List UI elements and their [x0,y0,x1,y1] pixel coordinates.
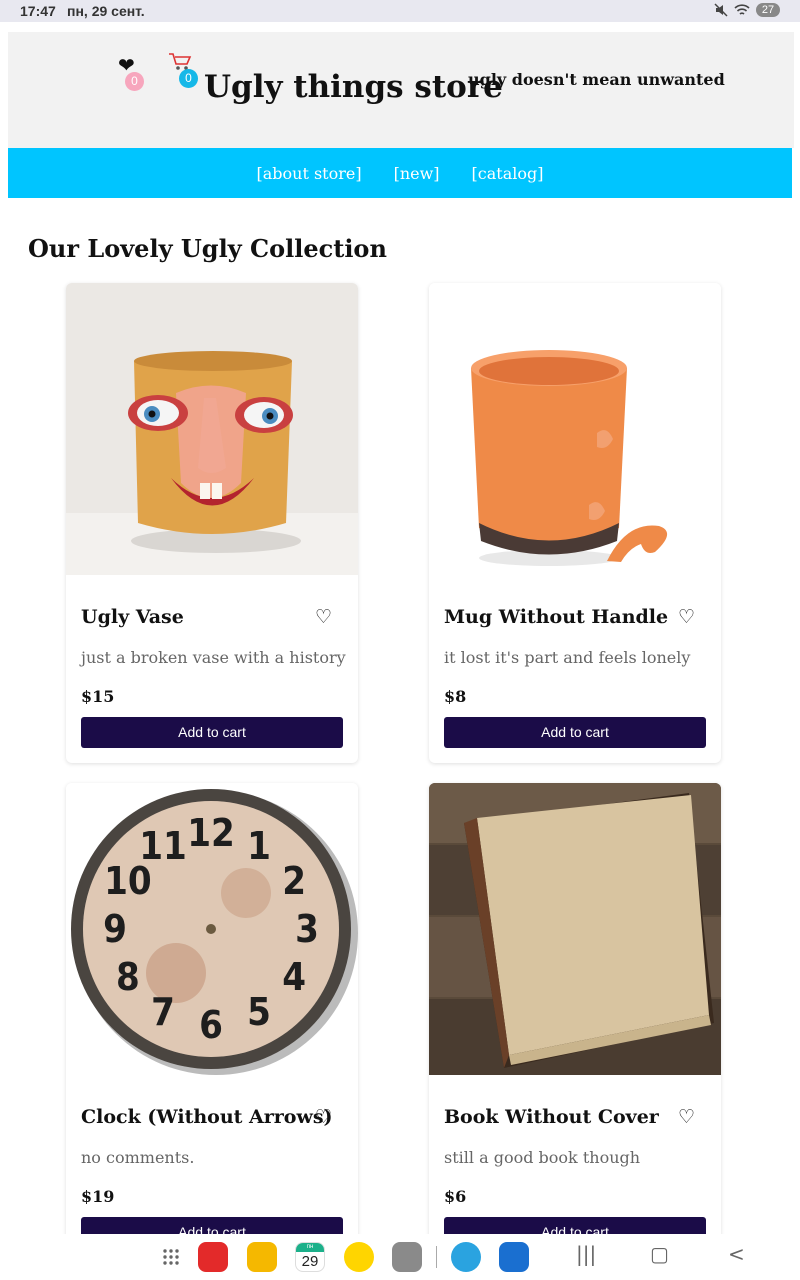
mute-icon [714,3,728,17]
clock-numeral: 8 [116,955,140,999]
recent-apps-icon[interactable]: ||| [576,1242,596,1266]
store-tagline: ugly doesn't mean unwanted [468,70,725,89]
home-icon[interactable]: ▢ [650,1242,669,1266]
book-without-cover-image [429,783,721,1075]
taskbar-divider [436,1246,437,1268]
collection-title: Our Lovely Ugly Collection [28,234,387,263]
product-description: just a broken vase with a history [81,648,346,667]
clock-numeral: 1 [247,824,271,868]
favorite-heart-icon[interactable]: ♡ [678,606,695,628]
cart-count-badge: 0 [179,69,198,88]
calendar-day-label: пн [296,1243,324,1252]
telegram-app-icon[interactable] [451,1242,481,1272]
ugly-vase-image [66,283,358,575]
calendar-day-number: 29 [301,1253,319,1270]
product-price: $6 [444,1187,467,1206]
clock-numeral: 2 [282,859,306,903]
calendar-app-icon[interactable]: пн 29 [295,1242,325,1272]
clock-numeral: 7 [151,990,175,1034]
clock-numeral: 12 [187,811,235,855]
product-description: no comments. [81,1148,195,1167]
mug-without-handle-image [429,283,721,575]
status-date: пн, 29 сент. [67,3,145,19]
clock-numeral: 6 [199,1003,223,1047]
product-price: $19 [81,1187,115,1206]
nav-catalog[interactable]: [catalog] [472,164,544,183]
clock-numeral: 3 [295,907,319,951]
product-description: still a good book though [444,1148,641,1167]
product-name: Book Without Cover [444,1106,659,1128]
clock-numeral: 5 [247,990,271,1034]
main-nav: [about store] [new] [catalog] [8,148,792,198]
product-name: Ugly Vase [81,606,184,628]
favorites-count-badge: 0 [125,72,144,91]
favorite-heart-icon[interactable]: ♡ [678,1106,695,1128]
product-price: $8 [444,687,467,706]
battery-icon: 27 [756,3,780,17]
clock-numeral: 9 [103,907,127,951]
clock-numeral: 4 [282,955,306,999]
favorite-heart-icon[interactable]: ♡ [315,1106,332,1128]
apps-grid-icon[interactable] [162,1248,180,1266]
wifi-icon [734,4,750,15]
notes-app-icon[interactable] [198,1242,228,1272]
nav-about-store[interactable]: [about store] [256,164,361,183]
status-bar: 17:47 пн, 29 сент. 27 [0,0,800,22]
status-time: 17:47 [20,3,56,19]
system-taskbar: пн 29 ||| ▢ < [0,1234,800,1280]
product-description: it lost it's part and feels lonely [444,648,691,667]
product-card-book: Book Without Cover ♡ still a good book t… [429,783,721,1263]
camera-app-icon[interactable] [392,1242,422,1272]
files-app-icon[interactable] [247,1242,277,1272]
pen-app-icon[interactable] [344,1242,374,1272]
product-name: Clock (Without Arrows) [81,1106,333,1128]
clock-image: 12 1234567891011 [66,783,358,1075]
add-to-cart-button[interactable]: Add to cart [81,717,343,748]
clock-numeral: 11 [139,824,187,868]
product-price: $15 [81,687,115,706]
product-card-clock: 12 1 2 3 4 5 6 7 8 9 10 11 Clock (Without Arrows) ♡… [66,783,358,1263]
nav-new[interactable]: [new] [394,164,440,183]
store-title: Ugly things store [204,69,503,105]
product-card-ugly-vase: Ugly Vase ♡ just a broken vase with a hi… [66,283,358,763]
favorite-heart-icon[interactable]: ♡ [315,606,332,628]
back-icon[interactable]: < [728,1242,745,1266]
status-icons: 27 [714,3,780,17]
vpn-app-icon[interactable] [499,1242,529,1272]
product-name: Mug Without Handle [444,606,669,628]
add-to-cart-button[interactable]: Add to cart [444,717,706,748]
product-card-mug: Mug Without Handle ♡ it lost it's part a… [429,283,721,763]
